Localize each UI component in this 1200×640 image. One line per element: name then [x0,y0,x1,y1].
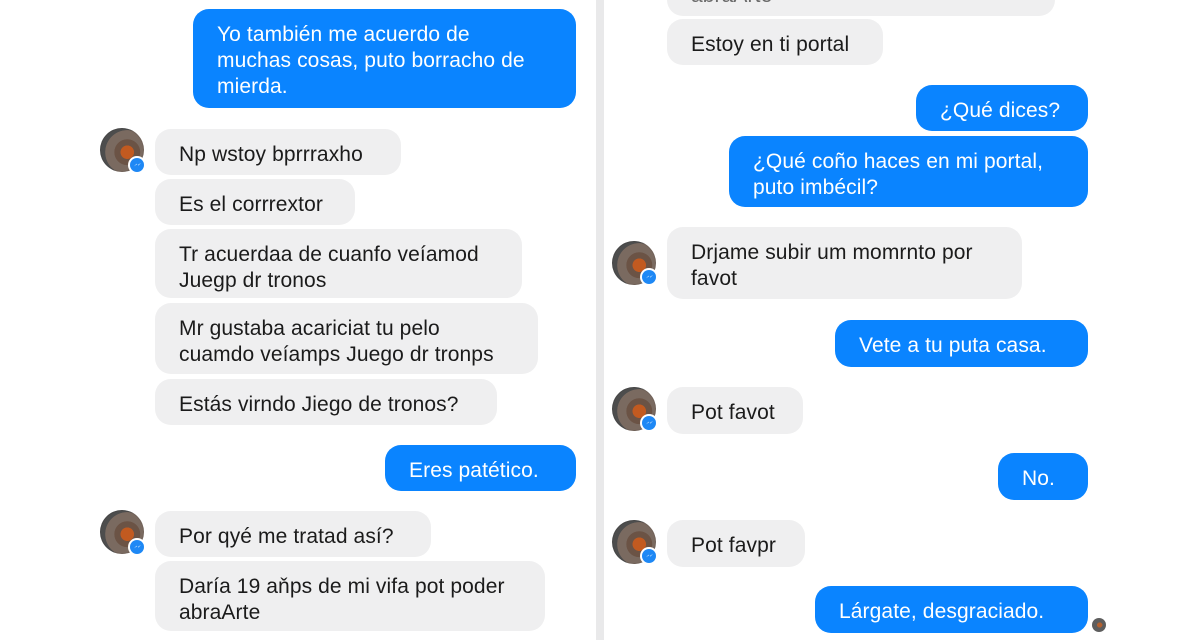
message-incoming[interactable]: Estoy en ti portal [667,19,883,65]
message-incoming[interactable]: Drjame subir um momrnto por favot [667,227,1022,299]
message-outgoing[interactable]: Eres patético. [385,445,576,491]
message-incoming[interactable]: Daría 19 aňps de mi vifa pot poder abraA… [155,561,545,631]
message-incoming-partial[interactable]: abraArte [667,0,1055,16]
message-outgoing[interactable]: Yo también me acuerdo de muchas cosas, p… [193,9,576,108]
messenger-badge-icon [128,156,146,174]
message-outgoing[interactable]: No. [998,453,1088,500]
message-outgoing[interactable]: ¿Qué dices? [916,85,1088,131]
messenger-badge-icon [640,268,658,286]
message-incoming[interactable]: Estás virndo Jiego de tronos? [155,379,497,425]
panel-divider [596,0,604,640]
message-outgoing[interactable]: ¿Qué coño haces en mi portal, puto imbéc… [729,136,1088,207]
message-outgoing[interactable]: Lárgate, desgraciado. [815,586,1088,633]
message-incoming[interactable]: Por qyé me tratad así? [155,511,431,557]
message-incoming[interactable]: Tr acuerdaa de cuanfo veíamod Juegp dr t… [155,229,522,298]
message-incoming[interactable]: Np wstoy bprrraxho [155,129,401,175]
message-incoming[interactable]: Mr gustaba acariciat tu pelo cuamdo veía… [155,303,538,374]
message-incoming[interactable]: Es el corrrextor [155,179,355,225]
chat-panel-left: Yo también me acuerdo de muchas cosas, p… [0,0,596,640]
chat-panel-right: abraArte Estoy en ti portal ¿Qué dices? … [604,0,1200,640]
message-outgoing[interactable]: Vete a tu puta casa. [835,320,1088,367]
message-incoming[interactable]: Pot favot [667,387,803,434]
read-receipt-avatar [1092,618,1106,632]
messenger-badge-icon [128,538,146,556]
message-incoming[interactable]: Pot favpr [667,520,805,567]
messenger-badge-icon [640,414,658,432]
messenger-badge-icon [640,547,658,565]
